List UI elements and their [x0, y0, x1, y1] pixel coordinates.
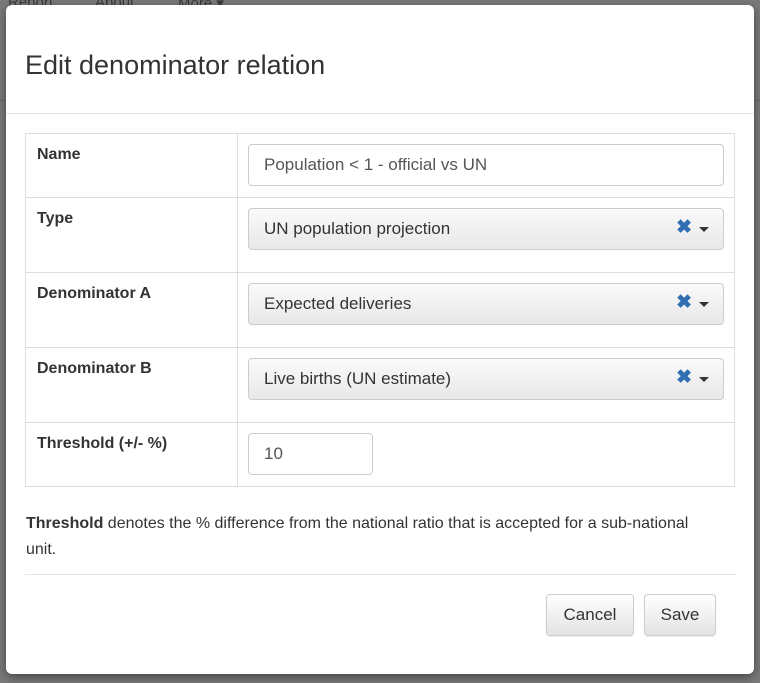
clear-icon[interactable]: ✖ [676, 209, 692, 247]
denominator-a-select[interactable]: Expected deliveries ✖ [248, 283, 724, 325]
caret-down-icon[interactable] [699, 377, 709, 382]
threshold-help-text: Threshold denotes the % difference from … [26, 511, 716, 563]
help-description: denotes the % difference from the nation… [26, 515, 689, 558]
denominator-b-label: Denominator B [25, 347, 238, 423]
type-select[interactable]: UN population projection ✖ [248, 208, 724, 250]
name-label: Name [25, 133, 238, 198]
cancel-button[interactable]: Cancel [546, 594, 634, 636]
form-row-denominator-a: Denominator A Expected deliveries ✖ [25, 272, 735, 348]
help-bold-term: Threshold [26, 515, 104, 532]
type-label: Type [25, 197, 238, 273]
form-row-denominator-b: Denominator B Live births (UN estimate) … [25, 347, 735, 423]
type-select-value: UN population projection [264, 219, 451, 238]
name-input[interactable]: Population < 1 - official vs UN [248, 144, 724, 186]
relation-form-table: Name Population < 1 - official vs UN Typ… [25, 133, 735, 487]
form-row-name: Name Population < 1 - official vs UN [25, 133, 735, 198]
threshold-label: Threshold (+/- %) [25, 422, 238, 487]
caret-down-icon[interactable] [699, 302, 709, 307]
modal-title: Edit denominator relation [25, 50, 326, 80]
form-row-type: Type UN population projection ✖ [25, 197, 735, 273]
modal-header: Edit denominator relation [6, 5, 754, 114]
denominator-a-select-value: Expected deliveries [264, 294, 412, 313]
edit-denominator-modal: Edit denominator relation Name Populatio… [6, 5, 754, 674]
denominator-b-select[interactable]: Live births (UN estimate) ✖ [248, 358, 724, 400]
denominator-a-label: Denominator A [25, 272, 238, 348]
clear-icon[interactable]: ✖ [676, 284, 692, 322]
clear-icon[interactable]: ✖ [676, 359, 692, 397]
form-row-threshold: Threshold (+/- %) 10 [25, 422, 735, 487]
save-button[interactable]: Save [644, 594, 716, 636]
caret-down-icon[interactable] [699, 227, 709, 232]
footer-divider [25, 574, 736, 575]
threshold-input[interactable]: 10 [248, 433, 373, 475]
background-divider [754, 100, 760, 101]
denominator-b-select-value: Live births (UN estimate) [264, 369, 452, 388]
